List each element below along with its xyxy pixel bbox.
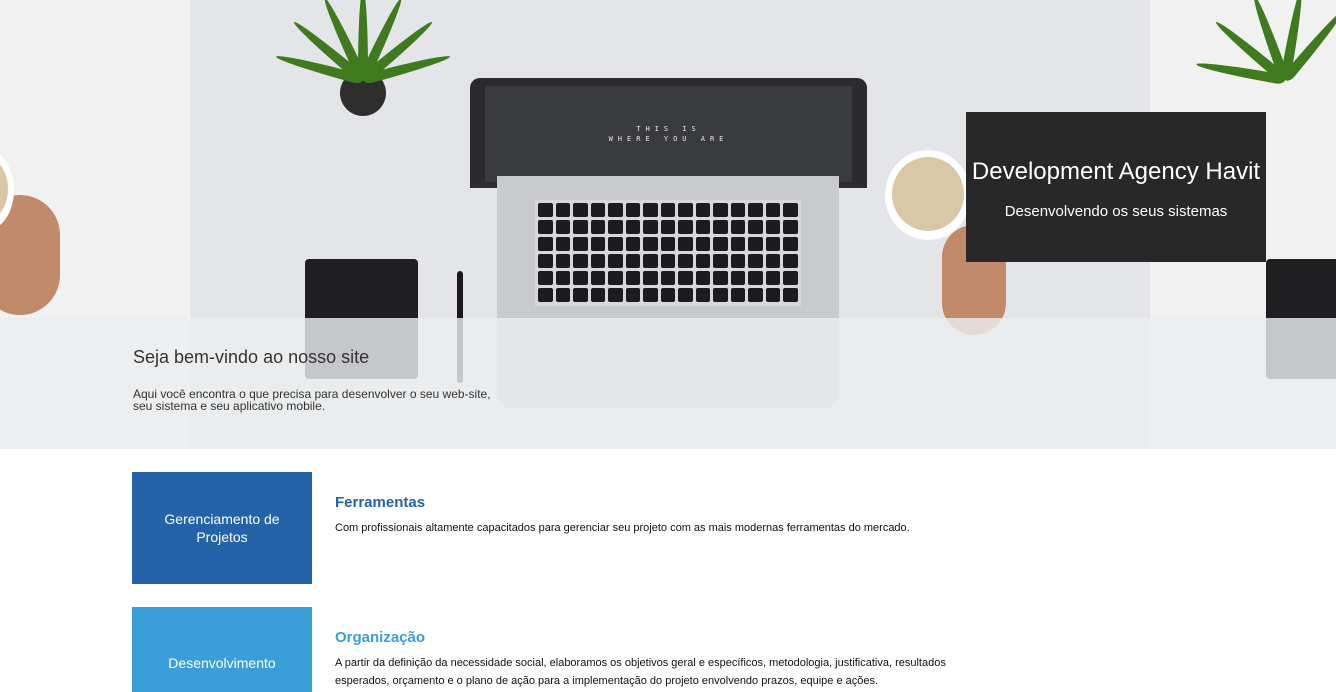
welcome-band bbox=[0, 318, 1336, 449]
plant-image bbox=[274, 0, 452, 150]
screen-line-2: WHERE YOU ARE bbox=[608, 135, 729, 143]
service-box-gerenciamento[interactable]: Gerenciamento de Projetos bbox=[132, 472, 312, 584]
welcome-text: Aqui você encontra o que precisa para de… bbox=[133, 387, 491, 413]
service-title-organizacao: Organização bbox=[335, 629, 426, 646]
welcome-title: Seja bem-vindo ao nosso site bbox=[133, 347, 370, 367]
service-section-ferramentas: Gerenciamento de Projetos Ferramentas Co… bbox=[132, 472, 1032, 584]
brand-box: Development Agency Havit Desenvolvendo o… bbox=[966, 112, 1266, 262]
service-text-ferramentas: Com profissionais altamente capacitados … bbox=[335, 522, 910, 534]
hero-banner: THIS IS WHERE YOU ARE Seja bem-vindo ao … bbox=[0, 0, 1336, 449]
screen-line-1: THIS IS bbox=[636, 125, 701, 133]
coffee-cup-image bbox=[885, 150, 971, 240]
laptop-screen: THIS IS WHERE YOU ARE bbox=[485, 86, 852, 182]
laptop-keyboard bbox=[535, 200, 801, 306]
brand-title: Development Agency Havit bbox=[971, 158, 1261, 185]
service-box-desenvolvimento[interactable]: Desenvolvimento bbox=[132, 607, 312, 692]
service-title-ferramentas: Ferramentas bbox=[335, 494, 426, 511]
service-text-organizacao: A partir da definição da necessidade soc… bbox=[335, 657, 946, 687]
brand-subtitle: Desenvolvendo os seus sistemas bbox=[1004, 203, 1228, 220]
service-section-organizacao: Desenvolvimento Organização A partir da … bbox=[132, 607, 1032, 692]
